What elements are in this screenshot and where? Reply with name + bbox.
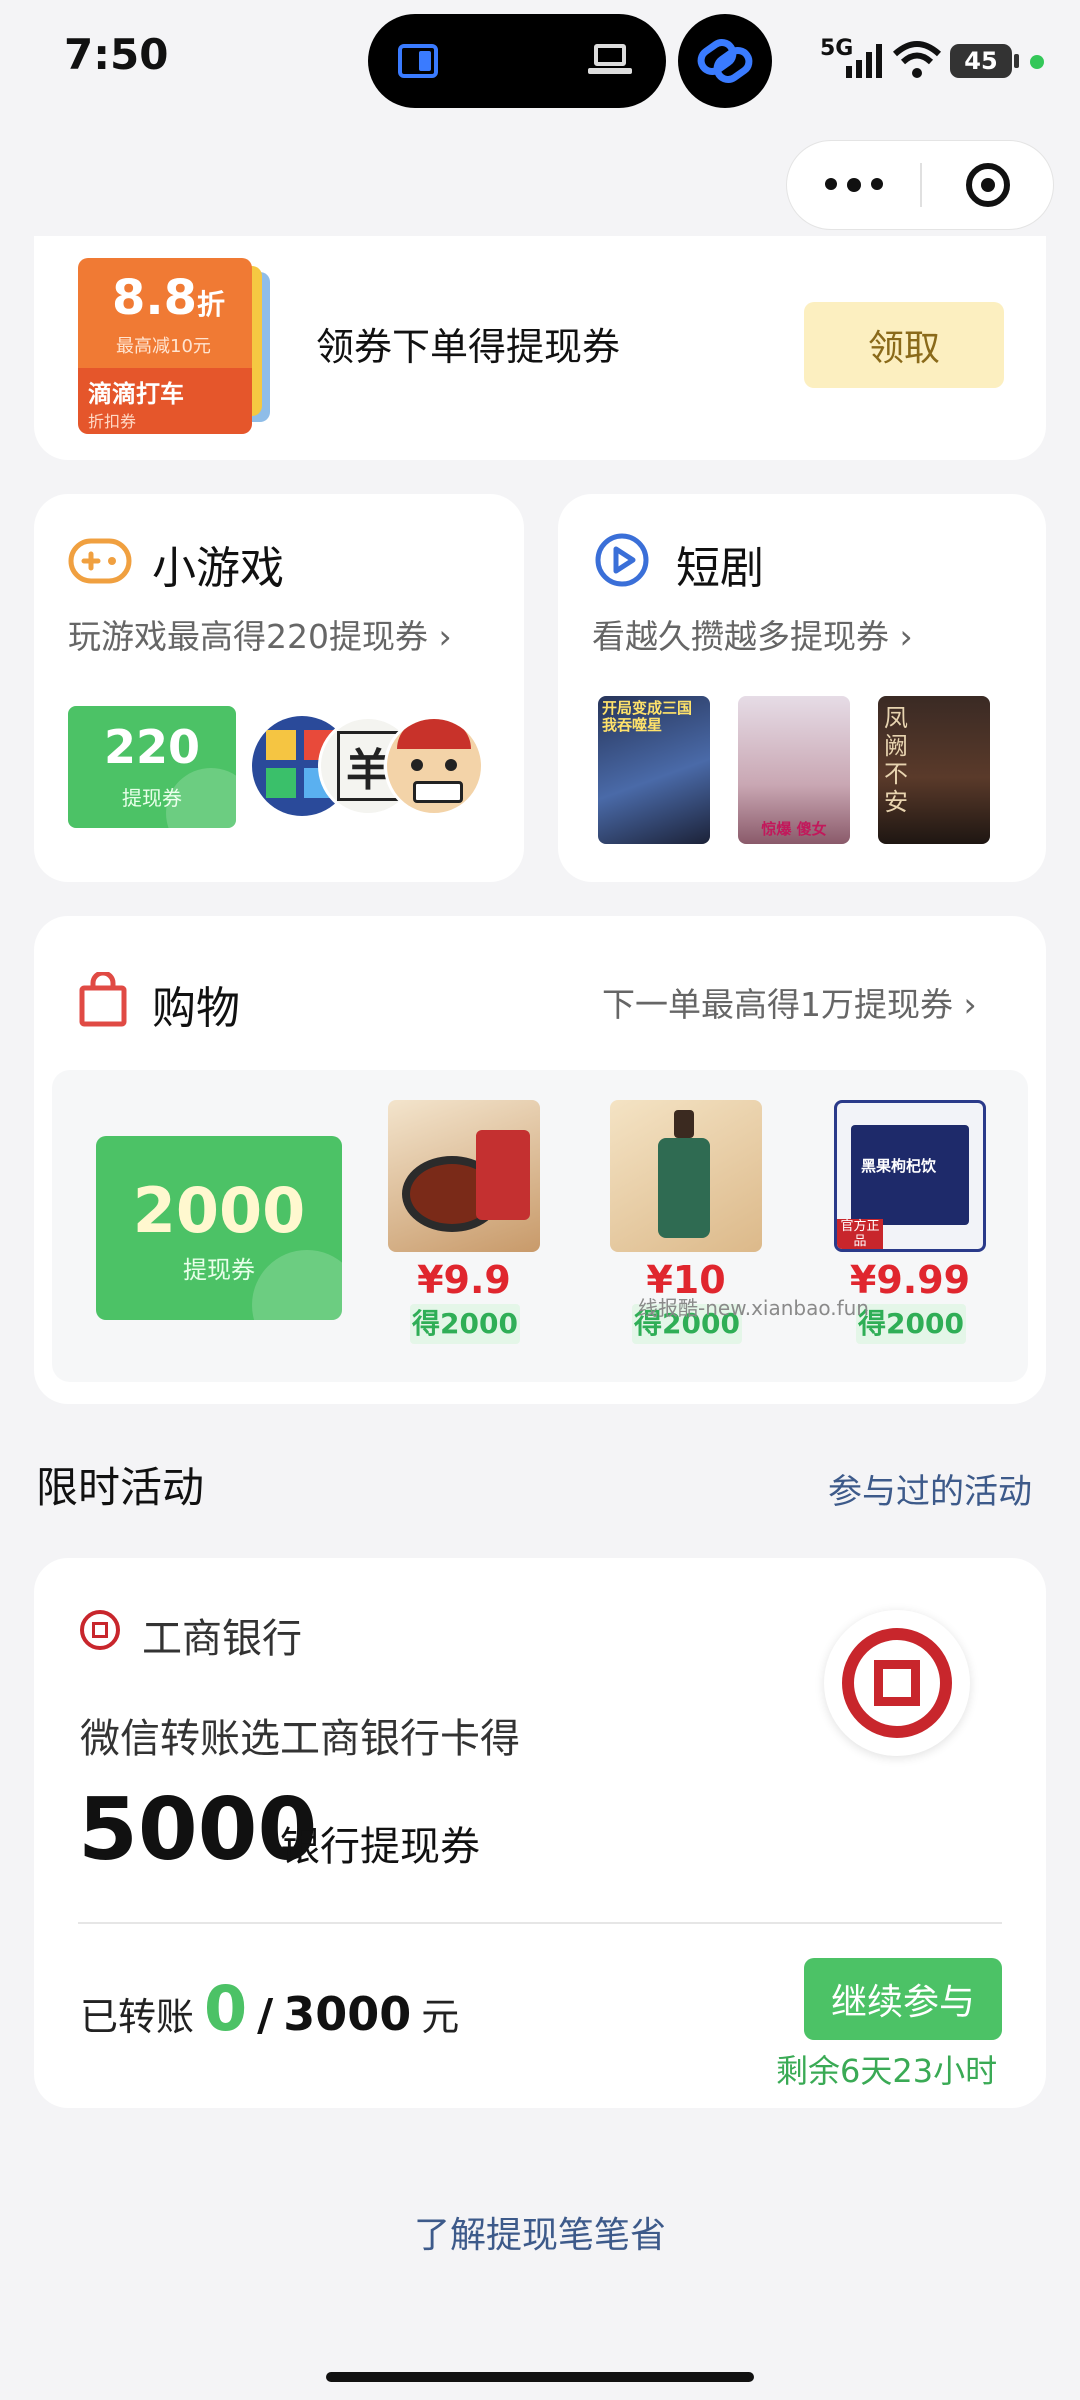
- drama-poster-3[interactable]: 凤阙不安: [878, 696, 990, 844]
- more-button[interactable]: [787, 141, 921, 229]
- coupon-brand-sub: 折扣券: [88, 412, 137, 431]
- game-voucher: 220 提现券: [68, 706, 236, 828]
- home-indicator[interactable]: [326, 2372, 754, 2382]
- mini-games-title: 小游戏: [152, 543, 284, 594]
- drama-poster-2[interactable]: 惊爆 傻女: [738, 696, 850, 844]
- product-image-serum[interactable]: [610, 1100, 762, 1252]
- official-tag: 官方正品: [837, 1219, 883, 1249]
- link-activity-indicator: [678, 14, 772, 108]
- shopping-products-panel: 2000 提现券 ¥9.9 得2000 ¥10 得2000 黑果枸杞饮 官方正品…: [52, 1070, 1028, 1382]
- short-dramas-card[interactable]: 短剧 看越久攒越多提现券 › 开局变成三国 我吞噬星 惊爆 傻女 凤阙不安: [558, 494, 1046, 882]
- coupon-banner-text: 领券下单得提现券: [316, 325, 621, 369]
- drama-poster-1-title: 开局变成三国 我吞噬星: [602, 699, 693, 734]
- limited-activities-title: 限时活动: [36, 1463, 205, 1512]
- wifi-icon: [892, 41, 942, 78]
- game-icon-character[interactable]: [384, 716, 484, 816]
- drama-poster-2-title: 惊爆 傻女: [761, 820, 827, 838]
- claim-button-label: 领取: [867, 328, 940, 369]
- coupon-brand: 滴滴打车: [88, 380, 184, 408]
- discount-note: 最高减10元: [116, 336, 211, 357]
- transfer-progress-unit: 元: [421, 1995, 460, 2039]
- drama-poster-1[interactable]: 开局变成三国 我吞噬星: [598, 696, 710, 844]
- continue-button-label: 继续参与: [830, 1982, 975, 2023]
- drama-poster-3-title: 凤阙不安: [884, 704, 908, 816]
- coupon-banner-card: 8.8折 最高减10元 滴滴打车 折扣券 领券下单得提现券 领取: [34, 236, 1046, 460]
- transfer-progress-sep: /: [257, 1990, 274, 2041]
- laptop-icon: [588, 44, 632, 78]
- chevron-right-icon: ›: [889, 617, 913, 656]
- transfer-progress: 已转账 0 / 3000 元: [80, 1972, 459, 2045]
- bank-offer-desc: 微信转账选工商银行卡得: [80, 1716, 520, 1762]
- target-close-icon: [966, 163, 1010, 207]
- game-voucher-value: 220: [103, 720, 201, 774]
- divider: [78, 1922, 1002, 1924]
- shopping-voucher-value: 2000: [132, 1174, 306, 1247]
- battery-icon: 45: [950, 44, 1012, 78]
- icbc-small-logo: [80, 1610, 120, 1650]
- transfer-progress-target: 3000: [283, 1987, 412, 2041]
- participated-activities-link[interactable]: 参与过的活动: [828, 1464, 1032, 1513]
- short-dramas-title: 短剧: [676, 543, 764, 594]
- claim-button[interactable]: 领取: [804, 302, 1004, 388]
- transfer-progress-label: 已转账: [80, 1995, 195, 2039]
- icbc-activity-card: 工商银行 微信转账选工商银行卡得 5000 银行提现券 已转账 0 / 3000…: [34, 1558, 1046, 2108]
- battery-cap: [1014, 54, 1019, 68]
- shopping-title: 购物: [152, 983, 240, 1034]
- bank-name: 工商银行: [142, 1616, 302, 1662]
- status-time: 7:50: [64, 30, 169, 79]
- shopping-subtitle[interactable]: 下一单最高得1万提现券 ›: [602, 978, 977, 1026]
- link-icon: [697, 39, 753, 83]
- discount-value: 8.8: [112, 270, 198, 326]
- product-price-1: ¥9.9: [417, 1258, 511, 1302]
- cellular-signal-icon: [846, 44, 884, 78]
- product-gain-1: 得2000: [410, 1304, 520, 1344]
- gamepad-icon: [68, 538, 132, 584]
- transfer-progress-current: 0: [204, 1972, 248, 2045]
- more-icon: [825, 178, 883, 192]
- product-box-title: 黑果枸杞饮: [861, 1157, 937, 1175]
- battery-level: 45: [964, 47, 998, 75]
- product-gain-3: 得2000: [856, 1304, 966, 1344]
- time-remaining: 剩余6天23小时: [776, 2052, 998, 2090]
- mini-games-card[interactable]: 小游戏 玩游戏最高得220提现券 › 220 提现券 羊: [34, 494, 524, 882]
- mini-games-subtitle[interactable]: 玩游戏最高得220提现券 ›: [68, 610, 452, 658]
- close-button[interactable]: [921, 141, 1055, 229]
- shopping-card: 购物 下一单最高得1万提现券 › 2000 提现券 ¥9.9 得2000 ¥10…: [34, 916, 1046, 1404]
- dynamic-island: [368, 14, 666, 108]
- chevron-right-icon: ›: [953, 985, 977, 1024]
- didi-coupon-image: 8.8折 最高减10元 滴滴打车 折扣券: [78, 258, 278, 434]
- icbc-large-logo: [824, 1610, 970, 1756]
- short-dramas-subtitle[interactable]: 看越久攒越多提现券 ›: [592, 610, 913, 658]
- learn-more-link[interactable]: 了解提现笔笔省: [0, 2206, 1080, 2258]
- shopping-bag-icon: [79, 972, 127, 1027]
- shopping-voucher[interactable]: 2000 提现券: [96, 1136, 342, 1320]
- privacy-dot: [1030, 55, 1044, 69]
- bank-offer-amount-unit: 银行提现券: [280, 1824, 480, 1870]
- continue-button[interactable]: 继续参与: [804, 1958, 1002, 2040]
- screen-mirror-icon: [398, 44, 438, 78]
- discount-unit: 折: [197, 288, 226, 321]
- play-circle-icon: [595, 533, 649, 587]
- watermark: 线报酷-new.xianbao.fun: [638, 1296, 869, 1320]
- product-image-braised-pork[interactable]: [388, 1100, 540, 1252]
- miniprogram-capsule: [786, 140, 1054, 230]
- chevron-right-icon: ›: [428, 617, 452, 656]
- product-image-goji-drink[interactable]: 黑果枸杞饮 官方正品: [834, 1100, 986, 1252]
